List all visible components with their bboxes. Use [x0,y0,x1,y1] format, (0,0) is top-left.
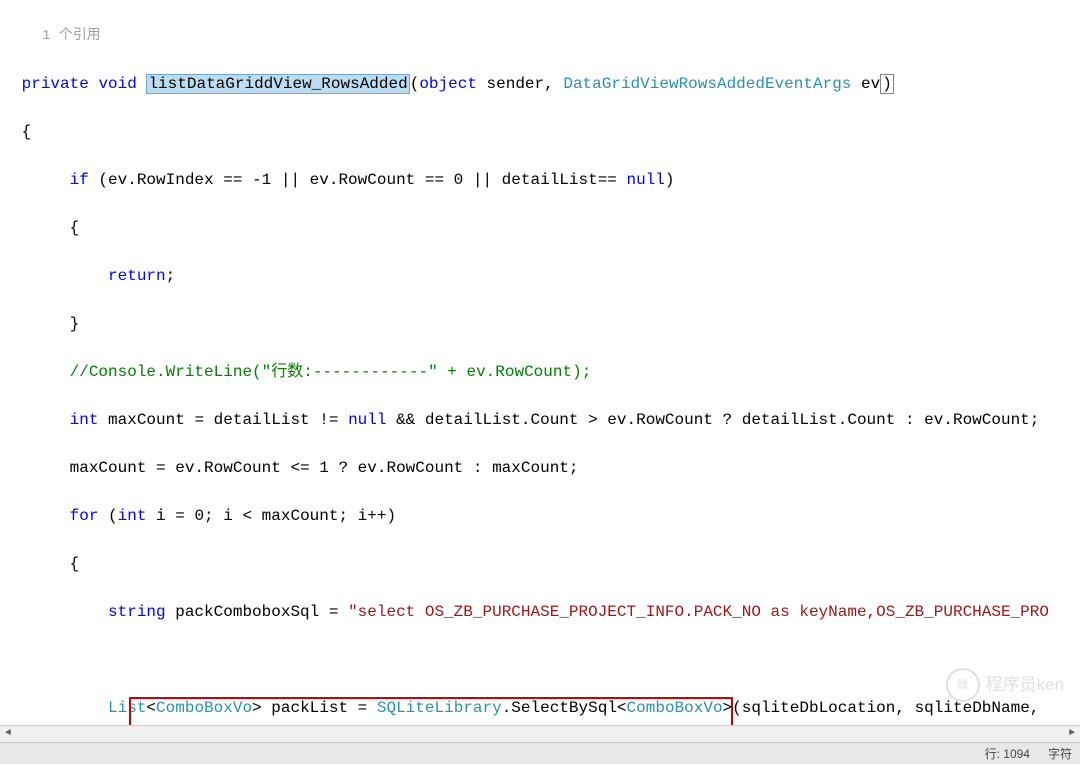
code-line: int maxCount = detailList != null && det… [12,408,1080,432]
code-line: { [12,216,1080,240]
reference-count[interactable]: 1 个引用 [12,24,1080,48]
scroll-right-icon[interactable]: ► [1064,727,1080,741]
scroll-left-icon[interactable]: ◄ [0,727,16,741]
code-line [12,648,1080,672]
code-line: maxCount = ev.RowCount <= 1 ? ev.RowCoun… [12,456,1080,480]
code-line: List<ComboBoxVo> packList = SQLiteLibrar… [12,696,1080,720]
code-line: { [12,552,1080,576]
code-line: if (ev.RowIndex == -1 || ev.RowCount == … [12,168,1080,192]
code-line: string packComboboxSql = "select OS_ZB_P… [12,600,1080,624]
matching-paren: ) [880,74,894,94]
code-line: return; [12,264,1080,288]
code-line: private void listDataGriddView_RowsAdded… [12,72,1080,96]
status-char: 字符 [1048,742,1072,766]
code-editor[interactable]: 1 个引用 private void listDataGriddView_Row… [0,0,1080,742]
status-bar: 行: 1094 字符 [0,742,1080,764]
status-line: 行: 1094 [985,742,1030,766]
code-content[interactable]: 1 个引用 private void listDataGriddView_Row… [12,0,1080,742]
code-line: for (int i = 0; i < maxCount; i++) [12,504,1080,528]
code-line: //Console.WriteLine("行数:------------" + … [12,360,1080,384]
scroll-track[interactable] [16,727,1064,741]
horizontal-scrollbar[interactable]: ◄ ► [0,725,1080,742]
code-line: } [12,312,1080,336]
method-name-highlight[interactable]: listDataGriddView_RowsAdded [146,74,409,94]
code-line: { [12,120,1080,144]
